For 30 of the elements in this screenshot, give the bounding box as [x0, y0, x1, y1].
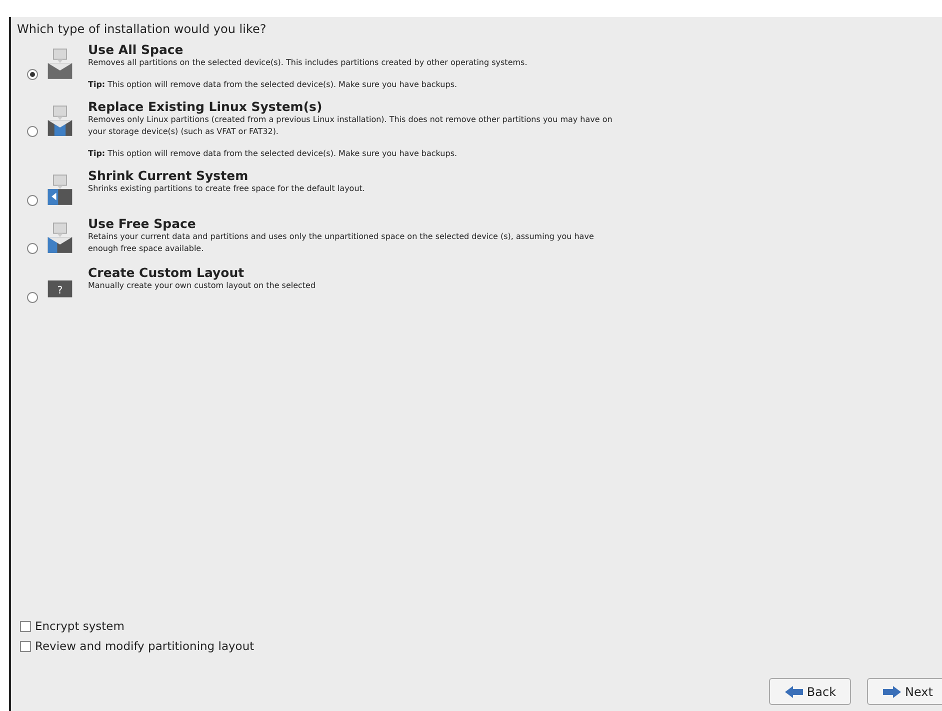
right-arrow-icon: [882, 684, 902, 698]
option-description: Retains your current data and partitions and uses only the unpartitioned space on the selected device (s), assuming you have enough free space available.: [88, 231, 595, 255]
option-title: Replace Existing Linux System(s): [88, 99, 324, 114]
option-tip: Tip: This option will remove data from the selected device(s). Make sure you have backups.: [88, 149, 458, 158]
option-description: Manually create your own custom layout on the selected: [88, 280, 317, 292]
back-button[interactable]: Back: [768, 678, 852, 705]
radio-button[interactable]: [27, 292, 38, 303]
left-arrow-icon: [784, 684, 804, 698]
option-tip: Tip: This option will remove data from the selected device(s). Make sure you have backups.: [88, 80, 458, 89]
question-heading: Which type of installation would you like?: [16, 21, 268, 38]
checkbox-label: Encrypt system: [35, 619, 124, 633]
disk-icon: [46, 222, 74, 254]
option-description: Removes only Linux partitions (created from a previous Linux installation). This does not remove other partitions you may have on your storage device(s) (such as VFAT or FAT32).: [88, 114, 614, 138]
option-description: Shrinks existing partitions to create free space for the default layout.: [88, 183, 366, 195]
radio-button[interactable]: [27, 195, 38, 206]
disk-icon: [46, 105, 74, 137]
radio-button[interactable]: [27, 243, 38, 254]
option-title: Shrink Current System: [88, 168, 250, 183]
radio-button[interactable]: [27, 69, 38, 80]
option-title: Use All Space: [88, 42, 184, 57]
checkbox[interactable]: [20, 640, 31, 652]
disk-icon: [46, 48, 74, 80]
checkbox-label: Review and modify partitioning layout: [35, 639, 254, 653]
next-button[interactable]: Next: [867, 678, 942, 705]
disk-icon: [46, 174, 74, 206]
option-title: Create Custom Layout: [88, 265, 246, 280]
option-title: Use Free Space: [88, 216, 197, 231]
option-description: Removes all partitions on the selected device(s). This includes partitions created by other operating systems.: [88, 57, 528, 69]
radio-button[interactable]: [27, 126, 38, 137]
checkbox[interactable]: [20, 620, 31, 632]
